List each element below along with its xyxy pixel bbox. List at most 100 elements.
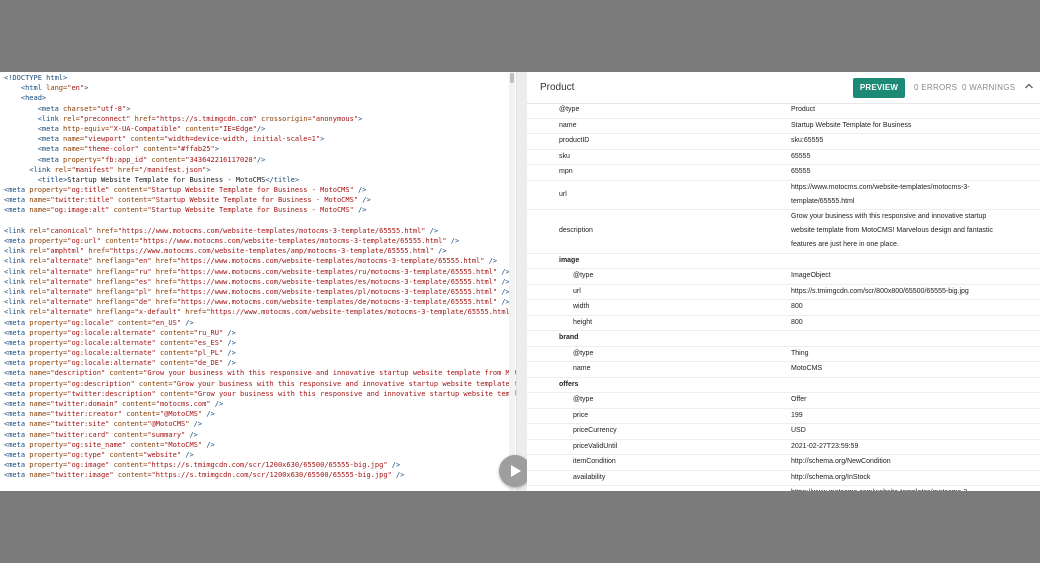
property-row[interactable]: @type Offer [527,393,1040,409]
code-line: <meta property="og:title" content="Start… [4,186,367,195]
property-row[interactable]: sku 65555 [527,150,1040,165]
code-line: <head> [20,94,47,103]
property-value: http://schema.org/InStock [791,473,871,481]
results-panel: Product PREVIEW 0 ERRORS 0 WARNINGS @typ… [527,72,1040,491]
code-line: <meta property="og:url" content="https:/… [4,237,460,245]
code-line: <link rel="manifest" href="/manifest.jso… [29,165,211,174]
code-line: <link rel="alternate" hreflang="pl" href… [4,287,510,296]
property-row[interactable]: url https://s.tmimgcdn.com/scr/800x800/65… [527,285,1040,300]
results-header: Product PREVIEW 0 ERRORS 0 WARNINGS [527,72,1040,104]
property-row[interactable]: url https://www.motocms.com/website-templ… [527,181,1040,210]
property-row[interactable]: name MotoCMS [527,362,1040,378]
properties-table: @type Product name Startup Website Template… [527,103,1040,491]
property-value: Product [791,106,816,113]
preview-button[interactable]: PREVIEW [853,78,905,98]
code-line: <meta property="og:image" content="https… [4,461,401,470]
property-value: Grow your business with this responsive … [791,213,993,248]
code-line: <link rel="preconnect" href="https://s.t… [37,114,363,123]
code-line: <meta property="og:description" content=… [4,379,516,388]
code-line: <meta property="og:locale:alternate" con… [4,349,236,358]
play-icon [511,465,521,477]
property-key: @type [573,272,594,279]
code-line: <meta property="og:locale:alternate" con… [4,328,236,337]
code-scrollbar[interactable] [509,72,515,491]
code-line: <meta property="og:locale" content="en_U… [4,318,194,327]
code-line: <meta property="og:locale:alternate" con… [4,338,236,347]
property-group-row[interactable]: offers [527,378,1040,393]
property-value: 199 [791,411,803,419]
property-key: url [573,486,581,491]
code-line: <meta http-equiv="X-UA-Compatible" conte… [37,124,266,133]
code-line: <link rel="amphtml" href="https://www.mo… [4,247,447,256]
property-key: availability [573,473,606,481]
code-line: <link rel="canonical" href="https://www.… [4,226,439,235]
property-value: Startup Website Template for Business [791,121,912,129]
property-key: itemCondition [573,458,616,465]
property-value: http://schema.org/NewCondition [791,458,891,465]
chevron-up-icon[interactable] [1023,80,1035,92]
code-line: <link rel="alternate" hreflang="ru" href… [4,267,510,276]
property-row[interactable]: description Grow your business with this … [527,210,1040,254]
property-group-row[interactable]: brand [527,331,1040,347]
property-row[interactable]: @type Thing [527,347,1040,362]
property-row[interactable]: availability http://schema.org/InStock [527,471,1040,486]
code-line: <meta name="viewport" content="width=dev… [37,135,325,144]
property-key: mpn [559,168,573,175]
code-line: <link rel="alternate" hreflang="x-defaul… [4,308,514,317]
property-key: @type [573,349,594,357]
property-value: 65555 [791,152,811,160]
property-row[interactable]: mpn 65555 [527,165,1040,181]
property-key: @type [559,106,580,113]
code-line: <meta name="twitter:domain" content="mot… [4,400,224,408]
code-line: <meta charset="utf-8"> [37,104,131,113]
property-key: url [573,287,581,295]
property-value: https://www.motocms.com/website-template… [791,183,970,205]
property-row[interactable]: itemCondition http://schema.org/NewCondit… [527,455,1040,471]
property-key: priceValidUntil [573,442,618,450]
property-row[interactable]: name Startup Website Template for Busines… [527,119,1040,134]
property-group-row[interactable]: image [527,254,1040,269]
property-value: https://www.motocms.com/website-template… [791,486,1001,491]
property-value: 2021-02-27T23:59:59 [791,442,859,450]
property-value: MotoCMS [791,365,823,372]
property-row[interactable]: height 800 [527,316,1040,331]
code-line: <link rel="alternate" hreflang="es" href… [4,277,510,286]
code-line: <title>Startup Website Template for Busi… [37,175,300,184]
code-line: <link rel="alternate" hreflang="de" href… [4,298,510,307]
property-value: USD [791,427,806,434]
code-scrollbar-thumb[interactable] [510,73,514,83]
code-text[interactable]: <!DOCTYPE html> <html lang="en"> <head> … [4,73,516,481]
errors-count[interactable]: 0 ERRORS [914,83,957,92]
code-line: <link rel="alternate" hreflang="en" href… [4,257,498,266]
property-row[interactable]: productID sku:65555 [527,134,1040,150]
property-value: ImageObject [791,272,831,279]
property-key: description [559,227,593,234]
property-row[interactable]: url https://www.motocms.com/website-templ… [527,486,1040,491]
property-row[interactable]: @type ImageObject [527,269,1040,285]
property-value: https://s.tmimgcdn.com/scr/800x800/65500… [791,287,969,295]
property-row[interactable]: priceCurrency USD [527,424,1040,440]
property-key: price [573,411,589,419]
property-value: Offer [791,396,807,403]
code-line: <meta property="og:site_name" content="M… [4,440,215,449]
code-line: <meta name="twitter:site" content="@Moto… [4,420,203,429]
property-key: name [573,365,591,372]
property-value: 800 [791,318,803,326]
code-line: <meta property="twitter:description" con… [4,389,516,398]
property-value: sku:65555 [791,137,824,144]
property-value: Thing [791,349,809,357]
property-row[interactable]: @type Product [527,103,1040,119]
property-key: height [573,318,593,326]
warnings-count[interactable]: 0 WARNINGS [962,83,1015,92]
property-value: 65555 [791,168,811,175]
code-editor[interactable]: <!DOCTYPE html> <html lang="en"> <head> … [0,72,516,491]
property-key: image [559,256,580,264]
property-row[interactable]: priceValidUntil 2021-02-27T23:59:59 [527,440,1040,455]
code-line: <html lang="en"> [20,84,89,93]
property-row[interactable]: width 800 [527,300,1040,316]
property-row[interactable]: price 199 [527,409,1040,424]
property-key: productID [559,137,590,144]
property-value: 800 [791,303,803,310]
property-key: offers [559,380,579,388]
